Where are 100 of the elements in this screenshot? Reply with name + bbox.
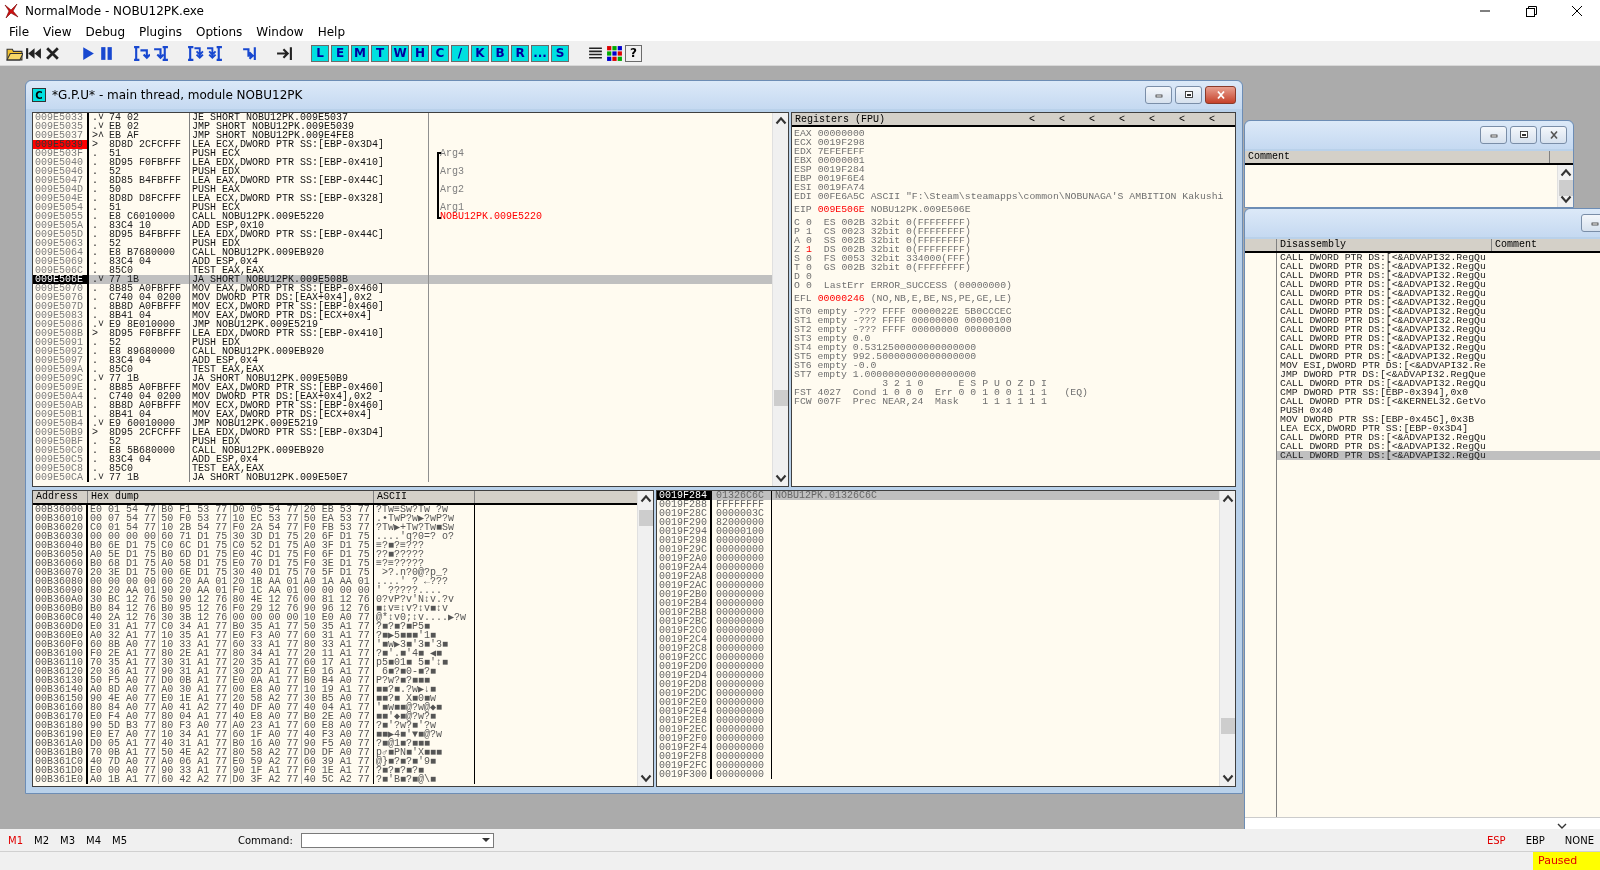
address-text[interactable]: 0019F300 bbox=[657, 770, 712, 779]
memory-tab[interactable]: M1 bbox=[8, 834, 34, 846]
address-text[interactable]: 009E5091 bbox=[33, 338, 89, 347]
toolbar-button[interactable]: T bbox=[371, 44, 389, 62]
address-text[interactable]: 0019F298 bbox=[657, 536, 712, 545]
nav-arrow[interactable]: < bbox=[1137, 114, 1167, 124]
instruction[interactable]: JMP DWORD PTR DS:[<&ADVAPI32.RegQue bbox=[1277, 370, 1600, 379]
instruction[interactable]: CALL DWORD PTR DS:[<&ADVAPI32.RegQu bbox=[1277, 271, 1600, 280]
flag-value[interactable]: 0 bbox=[805, 262, 812, 273]
address-text[interactable]: 009E50C5 bbox=[33, 455, 89, 464]
address-text[interactable]: 0019F2E0 bbox=[657, 698, 712, 707]
flag-value[interactable]: 1 bbox=[805, 226, 812, 237]
column-title[interactable]: ASCII bbox=[374, 491, 475, 503]
address-text[interactable]: 009E5055 bbox=[33, 212, 89, 221]
instruction[interactable]: CALL DWORD PTR DS:[<&ADVAPI32.RegQu bbox=[1277, 289, 1600, 298]
menu-item[interactable]: Options bbox=[189, 24, 250, 39]
address-text[interactable]: 0019F2CC bbox=[657, 653, 712, 662]
address-text[interactable]: 009E504D bbox=[33, 185, 89, 194]
flag-value[interactable]: 0 bbox=[805, 217, 812, 228]
register-value[interactable]: 009E506E bbox=[817, 204, 865, 215]
nav-arrow[interactable]: < bbox=[1017, 114, 1047, 124]
register-value[interactable]: 0019F284 bbox=[817, 164, 865, 175]
instruction[interactable]: CALL DWORD PTR DS:[<&ADVAPI32.RegQu bbox=[1277, 334, 1600, 343]
instruction[interactable]: CALL DWORD PTR DS:[<&ADVAPI32.RegQu bbox=[1277, 325, 1600, 334]
address-text[interactable]: 009E5054 bbox=[33, 203, 89, 212]
register-value[interactable]: 0019F298 bbox=[817, 137, 865, 148]
memory-tab[interactable]: M4 bbox=[86, 834, 112, 846]
toolbar-button[interactable]: W bbox=[391, 44, 409, 62]
instruction[interactable]: LEA ECX,DWORD PTR SS:[EBP-0x3D4] bbox=[1277, 424, 1600, 433]
address-text[interactable]: 009E507D bbox=[33, 302, 89, 311]
memory-tab[interactable]: M2 bbox=[34, 834, 60, 846]
menu-item[interactable]: Debug bbox=[78, 24, 133, 39]
instruction[interactable]: CALL DWORD PTR DS:[<&ADVAPI32.RegQu bbox=[1277, 451, 1600, 460]
flag-value[interactable]: 0 bbox=[805, 280, 812, 291]
address-text[interactable]: 0019F290 bbox=[657, 518, 712, 527]
address-text[interactable]: 0019F2B4 bbox=[657, 599, 712, 608]
address-text[interactable]: 009E505D bbox=[33, 230, 89, 239]
instruction[interactable]: CALL DWORD PTR DS:[<&ADVAPI32.RegQu bbox=[1277, 379, 1600, 388]
address-text[interactable]: 009E509E bbox=[33, 383, 89, 392]
address-text[interactable]: 0019F2C8 bbox=[657, 644, 712, 653]
instruction[interactable]: CALL DWORD PTR DS:[<&ADVAPI32.RegQu bbox=[1277, 298, 1600, 307]
instruction[interactable]: PUSH 0x40 bbox=[1277, 406, 1600, 415]
toolbar-button[interactable]: K bbox=[471, 44, 489, 62]
address-text[interactable]: 009E5064 bbox=[33, 248, 89, 257]
address-text[interactable]: 0019F288 bbox=[657, 500, 712, 509]
register-value[interactable]: 00000246 bbox=[817, 293, 865, 304]
register-value[interactable]: 0019FA74 bbox=[817, 182, 865, 193]
address-text[interactable]: 009E50B9 bbox=[33, 428, 89, 437]
address-text[interactable]: 009E5046 bbox=[33, 167, 89, 176]
address-text[interactable]: 009E50BF bbox=[33, 437, 89, 446]
instruction[interactable]: CALL DWORD PTR DS:[<&KERNEL32.GetVo bbox=[1277, 397, 1600, 406]
address-text[interactable]: 009E506E bbox=[33, 275, 89, 284]
instruction[interactable]: CALL DWORD PTR DS:[<&ADVAPI32.RegQu bbox=[1277, 352, 1600, 361]
address-text[interactable]: 009E503F bbox=[33, 149, 89, 158]
column-title[interactable]: Comment bbox=[1492, 239, 1600, 251]
memory-tab[interactable]: M5 bbox=[112, 834, 138, 846]
instruction[interactable]: CALL DWORD PTR DS:[<&ADVAPI32.RegQu bbox=[1277, 433, 1600, 442]
column-title[interactable]: Hex dump bbox=[88, 491, 374, 503]
menu-item[interactable]: File bbox=[2, 24, 37, 39]
address-text[interactable]: 009E508B bbox=[33, 329, 89, 338]
register-value[interactable]: 00000001 bbox=[817, 155, 865, 166]
address-text[interactable]: 009E5063 bbox=[33, 239, 89, 248]
address-text[interactable]: 009E5097 bbox=[33, 356, 89, 365]
address-text[interactable]: 009E5040 bbox=[33, 158, 89, 167]
register-value[interactable]: 7EFEFEFF bbox=[817, 146, 865, 157]
address-text[interactable]: 009E5039 bbox=[33, 140, 89, 149]
address-text[interactable]: 009E5070 bbox=[33, 284, 89, 293]
nav-arrow[interactable]: < bbox=[1077, 114, 1107, 124]
address-text[interactable]: 009E5086 bbox=[33, 320, 89, 329]
address-text[interactable]: 009E50C8 bbox=[33, 464, 89, 473]
toolbar-button[interactable]: L bbox=[311, 44, 329, 62]
toolbar-button[interactable]: M bbox=[351, 44, 369, 62]
address-text[interactable]: 0019F2EC bbox=[657, 725, 712, 734]
toolbar-button[interactable]: R bbox=[511, 44, 529, 62]
register-mode[interactable]: ESP bbox=[1486, 834, 1506, 846]
flag-value[interactable]: 0 bbox=[805, 235, 812, 246]
address-text[interactable]: 009E5033 bbox=[33, 113, 89, 122]
instruction[interactable]: CMP DWORD PTR SS:[EBP-0x394],0x0 bbox=[1277, 388, 1600, 397]
toolbar-button[interactable]: C bbox=[431, 44, 449, 62]
address-text[interactable]: 009E50B1 bbox=[33, 410, 89, 419]
address-text[interactable]: 0019F2C4 bbox=[657, 635, 712, 644]
register-mode[interactable]: EBP bbox=[1525, 834, 1545, 846]
menu-item[interactable]: Help bbox=[310, 24, 353, 39]
register-value[interactable]: 00000000 bbox=[817, 128, 865, 139]
register-value[interactable]: 00FE6A5C bbox=[817, 191, 865, 202]
instruction[interactable]: MOV ESI,DWORD PTR DS:[<&ADVAPI32.Re bbox=[1277, 361, 1600, 370]
nav-arrow[interactable]: < bbox=[1197, 114, 1227, 124]
address-text[interactable]: 0019F2E4 bbox=[657, 707, 712, 716]
address-text[interactable]: 0019F28C bbox=[657, 509, 712, 518]
address-text[interactable]: 0019F2BC bbox=[657, 617, 712, 626]
toolbar-button[interactable]: S bbox=[551, 44, 569, 62]
flag-value[interactable]: 0 bbox=[805, 253, 812, 264]
address-text[interactable]: 0019F29C bbox=[657, 545, 712, 554]
address-text[interactable]: 009E5092 bbox=[33, 347, 89, 356]
address-text[interactable]: 009E5035 bbox=[33, 122, 89, 131]
toolbar-button[interactable]: H bbox=[411, 44, 429, 62]
address-text[interactable]: 0019F2A4 bbox=[657, 563, 712, 572]
instruction[interactable]: CALL DWORD PTR DS:[<&ADVAPI32.RegQu bbox=[1277, 280, 1600, 289]
address-text[interactable]: 0019F2AC bbox=[657, 581, 712, 590]
instruction[interactable]: CALL DWORD PTR DS:[<&ADVAPI32.RegQu bbox=[1277, 253, 1600, 262]
